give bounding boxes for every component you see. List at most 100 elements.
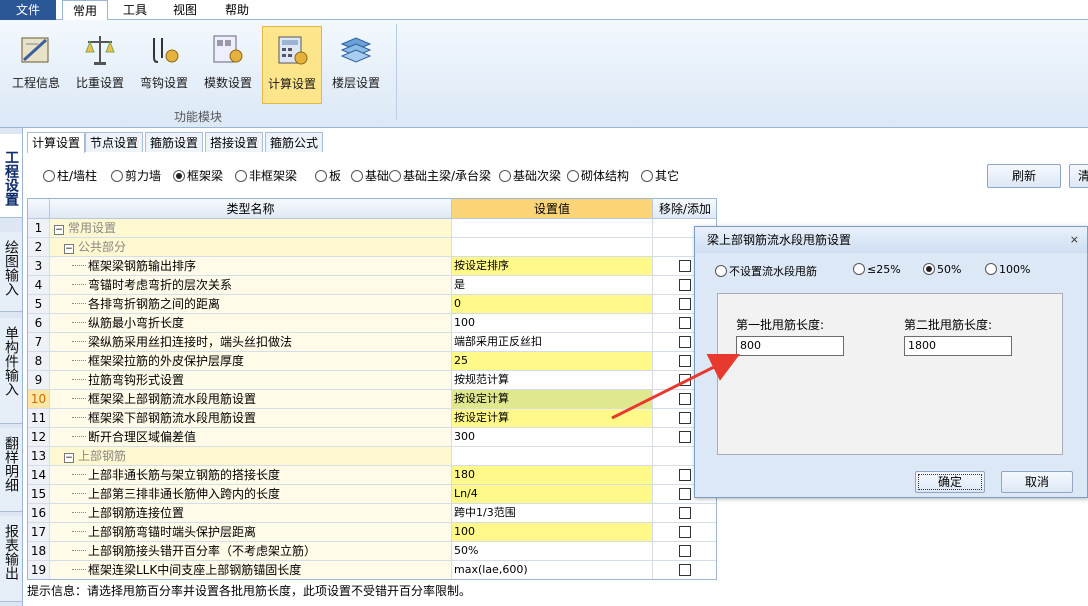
hook-settings-button[interactable]: 弯钩设置 (134, 26, 194, 104)
table-row[interactable]: 18 上部钢筋接头错开百分率（不考虑架立筋） 50% (28, 542, 716, 561)
row-checkbox[interactable] (679, 507, 691, 519)
row-setting-value[interactable]: 按设定排序 (452, 257, 653, 276)
floor-settings-button[interactable]: 楼层设置 (326, 26, 386, 104)
table-row[interactable]: 19 框架连梁LLK中间支座上部钢筋锚固长度 max(lae,600) (28, 561, 716, 579)
tab-stirrup-settings[interactable]: 箍筋设置 (145, 132, 203, 152)
menu-file[interactable]: 文件 (0, 0, 56, 20)
row-checkbox[interactable] (679, 298, 691, 310)
menu-help[interactable]: 帮助 (214, 0, 260, 20)
radio-category-7[interactable]: 基础次梁 (499, 166, 561, 186)
collapse-icon[interactable]: − (54, 225, 64, 235)
row-setting-value[interactable]: 按设定计算 (452, 390, 653, 409)
table-row[interactable]: 1− 常用设置 (28, 219, 716, 238)
tab-lap-settings[interactable]: 搭接设置 (205, 132, 263, 152)
table-row[interactable]: 15 上部第三排非通长筋伸入跨内的长度 Ln/4 (28, 485, 716, 504)
table-row[interactable]: 13− 上部钢筋 (28, 447, 716, 466)
modulus-settings-button[interactable]: 模数设置 (198, 26, 258, 104)
table-row[interactable]: 9 拉筋弯钩形式设置 按规范计算 (28, 371, 716, 390)
tab-node-settings[interactable]: 节点设置 (85, 132, 143, 152)
row-checkbox[interactable] (679, 279, 691, 291)
row-setting-value[interactable]: 50% (452, 542, 653, 561)
close-icon[interactable]: ⨯ (1070, 233, 1079, 247)
table-row[interactable]: 8 框架梁拉筋的外皮保护层厚度 25 (28, 352, 716, 371)
menu-view[interactable]: 视图 (162, 0, 208, 20)
row-setting-value[interactable]: 180 (452, 466, 653, 485)
collapse-icon[interactable]: − (64, 453, 74, 463)
table-row[interactable]: 10 框架梁上部钢筋流水段甩筋设置 按设定计算 (28, 390, 716, 409)
dialog-radio-2[interactable]: 50% (923, 263, 961, 276)
table-row[interactable]: 6 纵筋最小弯折长度 100 (28, 314, 716, 333)
header-setting-value[interactable]: 设置值 (452, 199, 653, 219)
calc-settings-button[interactable]: 计算设置 (262, 26, 322, 104)
side-tab-project-settings[interactable]: 工程设置 (0, 134, 22, 218)
table-row[interactable]: 3 框架梁钢筋输出排序 按设定排序 (28, 257, 716, 276)
table-row[interactable]: 17 上部钢筋弯锚时端头保护层距离 100 (28, 523, 716, 542)
dialog-radio-1[interactable]: ≤25% (853, 263, 901, 276)
ok-button[interactable]: 确定 (915, 471, 985, 493)
row-checkbox[interactable] (679, 393, 691, 405)
row-checkbox[interactable] (679, 374, 691, 386)
dialog-radio-0[interactable]: 不设置流水段甩筋 (715, 263, 817, 279)
row-setting-value[interactable]: 端部采用正反丝扣 (452, 333, 653, 352)
row-setting-value[interactable]: 300 (452, 428, 653, 447)
second-length-input[interactable]: 1800 (904, 336, 1012, 356)
row-setting-value[interactable]: 100 (452, 314, 653, 333)
gravity-settings-button[interactable]: 比重设置 (70, 26, 130, 104)
row-checkbox[interactable] (679, 431, 691, 443)
row-checkbox[interactable] (679, 545, 691, 557)
first-length-input[interactable]: 800 (736, 336, 844, 356)
row-setting-value[interactable]: 跨中1/3范围 (452, 504, 653, 523)
row-checkbox[interactable] (679, 412, 691, 424)
radio-category-5[interactable]: 基础 (351, 166, 389, 186)
radio-category-2[interactable]: 框架梁 (173, 166, 223, 186)
refresh-button[interactable]: 刷新 (987, 164, 1061, 188)
row-setting-value[interactable]: 25 (452, 352, 653, 371)
row-checkbox[interactable] (679, 260, 691, 272)
row-setting-value[interactable]: Ln/4 (452, 485, 653, 504)
radio-category-9[interactable]: 其它 (641, 166, 679, 186)
row-setting-value[interactable]: 100 (452, 523, 653, 542)
dialog-radio-3[interactable]: 100% (985, 263, 1030, 276)
header-remove-add[interactable]: 移除/添加 (653, 199, 716, 219)
clear-button[interactable]: 清 (1069, 164, 1088, 188)
row-checkbox[interactable] (679, 355, 691, 367)
radio-category-1[interactable]: 剪力墙 (111, 166, 161, 186)
tab-stirrup-formula[interactable]: 箍筋公式 (265, 132, 323, 152)
row-setting-value[interactable]: 0 (452, 295, 653, 314)
side-tab-detail[interactable]: 翻样明细 (0, 428, 22, 512)
side-tab-drawing-input[interactable]: 绘图输入 (0, 232, 22, 312)
row-checkbox[interactable] (679, 317, 691, 329)
project-info-button[interactable]: 工程信息 (6, 26, 66, 104)
collapse-icon[interactable]: − (64, 244, 74, 254)
table-row[interactable]: 5 各排弯折钢筋之间的距离 0 (28, 295, 716, 314)
menu-common[interactable]: 常用 (62, 0, 108, 21)
radio-category-6[interactable]: 基础主梁/承台梁 (389, 166, 491, 186)
row-checkbox[interactable] (679, 469, 691, 481)
menu-tools[interactable]: 工具 (112, 0, 158, 20)
side-tab-report[interactable]: 报表输出 (0, 516, 22, 602)
radio-category-8[interactable]: 砌体结构 (567, 166, 629, 186)
table-row[interactable]: 11 框架梁下部钢筋流水段甩筋设置 按设定计算 (28, 409, 716, 428)
table-row[interactable]: 16 上部钢筋连接位置 跨中1/3范围 (28, 504, 716, 523)
table-row[interactable]: 14 上部非通长筋与架立钢筋的搭接长度 180 (28, 466, 716, 485)
table-row[interactable]: 7 梁纵筋采用丝扣连接时，端头丝扣做法 端部采用正反丝扣 (28, 333, 716, 352)
radio-category-3[interactable]: 非框架梁 (235, 166, 297, 186)
row-name-text: 框架连梁LLK中间支座上部钢筋锚固长度 (88, 563, 302, 577)
row-setting-value[interactable]: 按规范计算 (452, 371, 653, 390)
row-setting-value[interactable]: max(lae,600) (452, 561, 653, 579)
row-checkbox[interactable] (679, 564, 691, 576)
row-checkbox[interactable] (679, 526, 691, 538)
table-row[interactable]: 2− 公共部分 (28, 238, 716, 257)
header-type-name[interactable]: 类型名称 (50, 199, 452, 219)
cancel-button[interactable]: 取消 (1001, 471, 1073, 493)
row-checkbox[interactable] (679, 488, 691, 500)
side-tab-component-input[interactable]: 单构件输入 (0, 318, 22, 424)
tab-calc-settings[interactable]: 计算设置 (27, 132, 85, 153)
table-row[interactable]: 12 断开合理区域偏差值 300 (28, 428, 716, 447)
table-row[interactable]: 4 弯锚时考虑弯折的层次关系 是 (28, 276, 716, 295)
radio-category-4[interactable]: 板 (315, 166, 341, 186)
row-setting-value[interactable]: 是 (452, 276, 653, 295)
row-setting-value[interactable]: 按设定计算 (452, 409, 653, 428)
radio-category-0[interactable]: 柱/墙柱 (43, 166, 97, 186)
row-checkbox[interactable] (679, 336, 691, 348)
